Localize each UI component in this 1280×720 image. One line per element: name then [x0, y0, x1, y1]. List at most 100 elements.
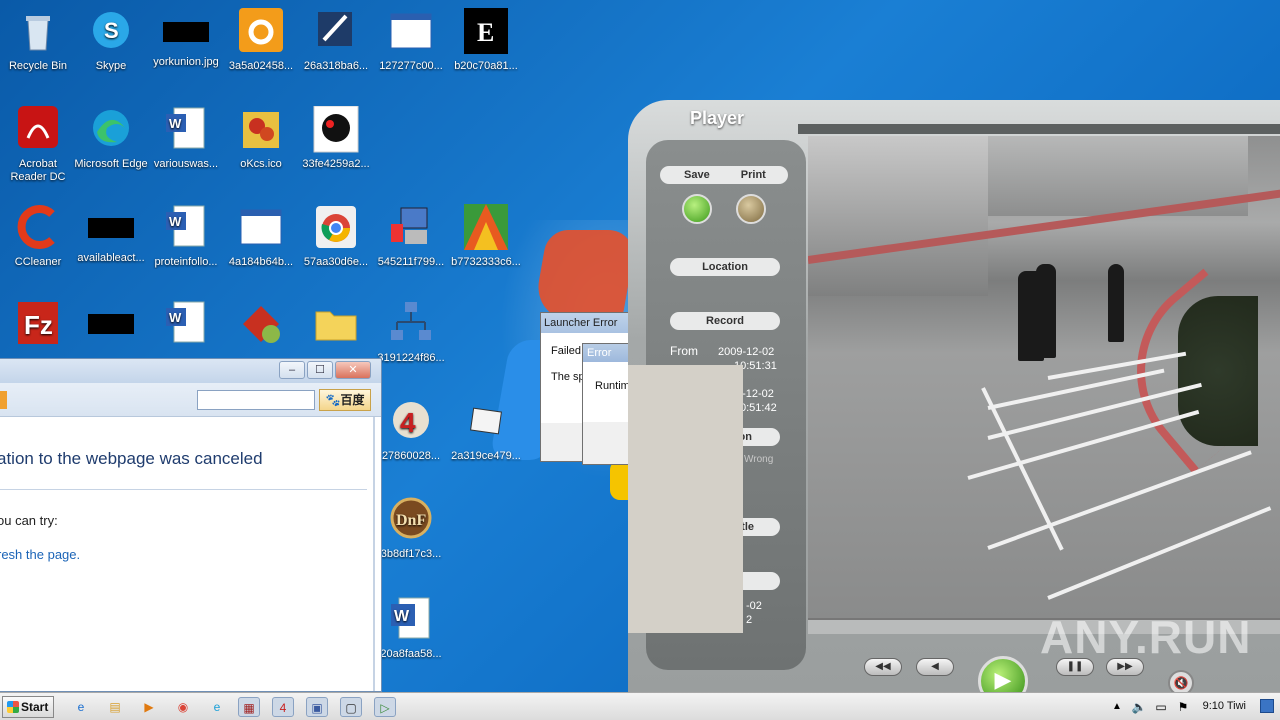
- desktop-icon-acrobat[interactable]: Acrobat Reader DC: [0, 106, 76, 184]
- desktop-icon-b20c[interactable]: E b20c70a81...: [448, 8, 524, 73]
- svg-text:DnF: DnF: [396, 512, 426, 529]
- desktop-icon-label: proteinfollo...: [154, 256, 218, 268]
- desktop-icon-availableact[interactable]: availableact...: [73, 204, 149, 265]
- winrar-icon[interactable]: ▦: [238, 697, 260, 717]
- dialog-body: Runtim: [583, 362, 631, 422]
- desktop-icon-57aa[interactable]: 57aa30d6e...: [298, 204, 374, 269]
- location-pill: Location: [670, 258, 780, 276]
- flag-icon[interactable]: ⚑: [1172, 697, 1194, 717]
- desktop-icon-1272[interactable]: 127277c00...: [373, 8, 449, 73]
- refresh-link[interactable]: resh the page.: [0, 547, 80, 562]
- video-frame[interactable]: [808, 136, 1280, 618]
- browser-content: ation to the webpage was canceled ou can…: [0, 417, 381, 691]
- save-print-bar: Save Print: [660, 166, 788, 184]
- network-icon[interactable]: ▭: [1150, 697, 1172, 717]
- film-icon: [462, 398, 510, 446]
- desktop-icon-5452[interactable]: 545211f799...: [373, 204, 449, 269]
- app-icon: [312, 105, 360, 154]
- word-doc-icon: W: [162, 204, 210, 252]
- desktop-icon-2a31[interactable]: 2a319ce479...: [448, 398, 524, 463]
- desktop-icon-word-doc[interactable]: W: [148, 300, 224, 352]
- search-input[interactable]: [197, 390, 315, 410]
- desktop-icon-skype[interactable]: S Skype: [73, 8, 149, 73]
- desktop-icon-label: Recycle Bin: [8, 60, 68, 72]
- bush: [1178, 296, 1258, 446]
- svg-text:W: W: [394, 608, 410, 625]
- ico-file-icon: [237, 106, 285, 154]
- start-button[interactable]: Start: [2, 696, 54, 718]
- notification-icon[interactable]: [1260, 699, 1274, 713]
- word-doc-icon: W: [162, 106, 210, 154]
- desktop-icon-3b8d[interactable]: DnF 3b8df17c3...: [373, 496, 449, 561]
- desktop-icon-recycle-bin[interactable]: Recycle Bin: [0, 8, 76, 73]
- desktop-icon-proteinfollo[interactable]: W proteinfollo...: [148, 204, 224, 269]
- browser-titlebar[interactable]: – ☐ ✕: [0, 359, 381, 383]
- desktop-icon-26a3[interactable]: 26a318ba6...: [298, 8, 374, 73]
- blank-window-fragment: [628, 365, 743, 633]
- browser-edge: [373, 417, 375, 691]
- paw-icon: 🐾: [325, 393, 341, 407]
- print-button[interactable]: [736, 194, 766, 224]
- desktop-icon-2786[interactable]: 4 27860028...: [373, 398, 449, 463]
- player-title[interactable]: Player: [648, 104, 818, 134]
- clock[interactable]: 9:10 Tiwi: [1203, 700, 1246, 712]
- svg-text:S: S: [104, 18, 119, 43]
- app-4-icon: 4: [387, 398, 435, 446]
- desktop-icon-black-thumb[interactable]: [73, 300, 149, 348]
- dialog-title[interactable]: Launcher Error: [541, 313, 631, 333]
- save-button[interactable]: [682, 194, 712, 224]
- toolbar-edge-icon: [0, 391, 7, 409]
- window-icon: [387, 8, 435, 56]
- maximize-button[interactable]: ☐: [307, 361, 333, 379]
- desktop-icon-folder[interactable]: [298, 300, 374, 352]
- edge-icon[interactable]: e: [206, 697, 228, 717]
- start-label: Start: [21, 700, 49, 714]
- chrome-icon: [312, 204, 360, 252]
- desktop-icon-label: Microsoft Edge: [74, 158, 148, 170]
- svg-text:W: W: [169, 116, 182, 131]
- tool-icon: [237, 300, 285, 348]
- ie-icon[interactable]: e: [70, 697, 92, 717]
- desktop-icon-label: 33fe4259a2...: [302, 158, 370, 170]
- player-taskbar-icon[interactable]: ▷: [374, 697, 396, 717]
- bandicam-icon: [237, 8, 285, 56]
- desktop-icon-label: 20a8faa58...: [380, 648, 442, 660]
- svg-text:W: W: [169, 214, 182, 229]
- baidu-search-button[interactable]: 🐾百度: [319, 389, 371, 411]
- monitor-icon[interactable]: ▢: [340, 697, 362, 717]
- acrobat-icon: [14, 106, 62, 154]
- desktop-icon-okcs[interactable]: oKcs.ico: [223, 106, 299, 171]
- try-text: ou can try:: [0, 513, 58, 528]
- app-4-icon[interactable]: 4: [272, 697, 294, 717]
- svg-text:E: E: [477, 18, 494, 47]
- step-back-button[interactable]: ◀: [916, 658, 954, 676]
- desktop-icon-3191[interactable]: 3191224f86...: [373, 300, 449, 365]
- desktop-icon-20a8[interactable]: W 20a8faa58...: [373, 596, 449, 661]
- desktop-icon-winrar-tool[interactable]: [223, 300, 299, 352]
- desktop-icon-label: 545211f799...: [377, 256, 445, 268]
- chrome-icon[interactable]: ◉: [172, 697, 194, 717]
- desktop-icon-b773[interactable]: b7732333c6...: [448, 204, 524, 269]
- rewind-button[interactable]: ◀◀: [864, 658, 902, 676]
- from-date: 2009-12-02: [718, 346, 775, 358]
- desktop-icon-3a5a[interactable]: 3a5a02458...: [223, 8, 299, 73]
- chevron-up-icon[interactable]: ▲: [1106, 697, 1128, 717]
- person: [1108, 264, 1124, 342]
- window-icon: [237, 204, 285, 252]
- filezilla-icon: Fz: [14, 300, 62, 348]
- desktop-icon-filezilla[interactable]: Fz: [0, 300, 76, 352]
- desktop-icon-ccleaner[interactable]: CCleaner: [0, 204, 76, 269]
- desktop-icon-4a18[interactable]: 4a184b64b...: [223, 204, 299, 269]
- minimize-button[interactable]: –: [279, 361, 305, 379]
- desktop-icon-33fe[interactable]: 33fe4259a2...: [298, 105, 374, 171]
- dialog-title[interactable]: Error: [583, 344, 631, 362]
- explorer-icon[interactable]: ▤: [104, 697, 126, 717]
- media-player-icon[interactable]: ▶: [138, 697, 160, 717]
- volume-icon[interactable]: 🔈: [1128, 697, 1150, 717]
- desktop-icon-edge[interactable]: Microsoft Edge: [73, 106, 149, 171]
- close-button[interactable]: ✕: [335, 361, 371, 379]
- desktop-icon-variouswas[interactable]: W variouswas...: [148, 106, 224, 171]
- recycle-bin-icon: [14, 8, 62, 56]
- desktop-icon-yorkunion[interactable]: yorkunion.jpg: [148, 8, 224, 69]
- setup-icon[interactable]: ▣: [306, 697, 328, 717]
